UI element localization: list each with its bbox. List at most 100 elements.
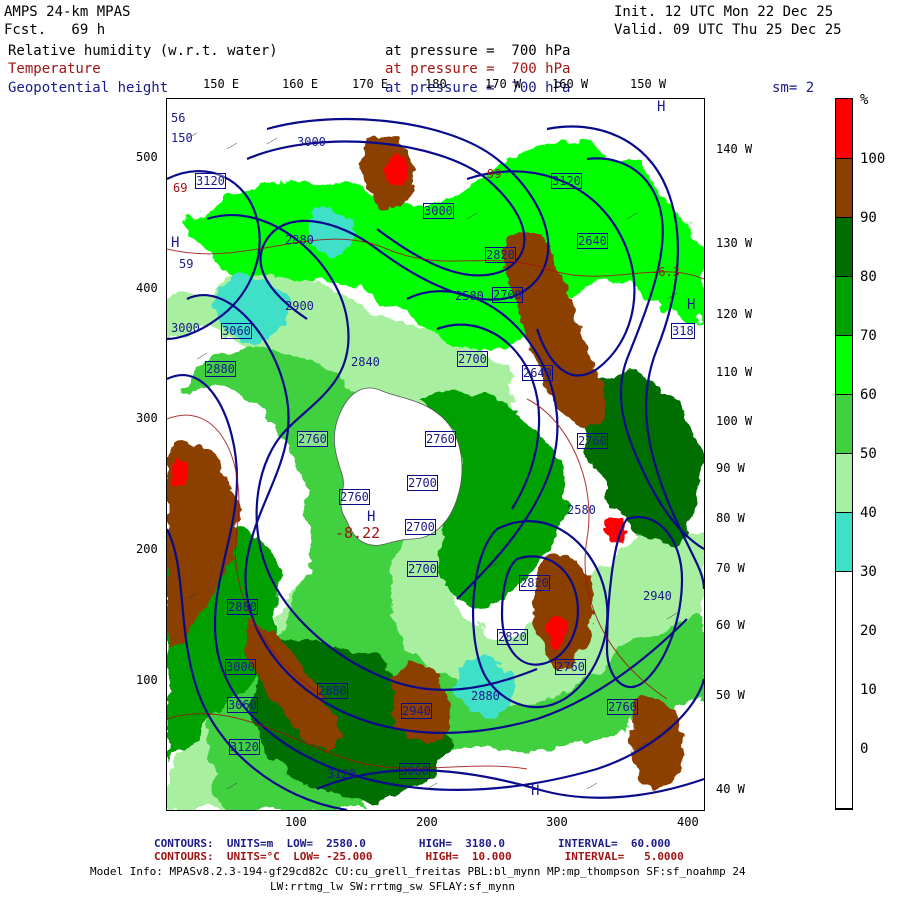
colorbar-label: 0: [860, 741, 869, 757]
colorbar-label: 30: [860, 564, 877, 580]
colorbar-label: 100: [860, 151, 886, 167]
height-label: 2760: [297, 431, 328, 447]
field-rh-level: at pressure = 700 hPa: [385, 43, 571, 59]
colorbar-label: 70: [860, 328, 877, 344]
footer-model-info: Model Info: MPASv8.2.3-194-gf29cd82c CU:…: [90, 865, 746, 878]
map-panel: 3120 3000 2880 2900 2820 2700 2640 2760 …: [166, 98, 705, 811]
high-center-label: H: [171, 235, 180, 251]
height-label: 3000: [423, 203, 454, 219]
height-label: 2700: [407, 561, 438, 577]
footer-temp-contours: CONTOURS: UNITS=°C LOW= -25.000 HIGH= 10…: [154, 850, 684, 863]
colorbar-unit: %: [860, 92, 869, 108]
colorbar-bin-90: [836, 159, 852, 218]
lon-top-label: 170 E: [352, 77, 389, 91]
x-tick-label: 100: [285, 815, 307, 829]
field-height-level: at pressure = 700 hPa: [385, 80, 571, 96]
temp-label: 59: [179, 257, 194, 271]
x-tick-label: 400: [677, 815, 699, 829]
colorbar-bin-40: [836, 454, 852, 513]
high-center-label: H: [531, 783, 540, 799]
colorbar-label: 50: [860, 446, 877, 462]
lon-right-label: 120 W: [716, 307, 753, 321]
height-label: 2880: [205, 361, 236, 377]
height-label: 3120: [551, 173, 582, 189]
height-label: 2640: [522, 365, 553, 381]
height-label: 2820: [519, 575, 550, 591]
colorbar-bin-100plus: [836, 99, 852, 159]
height-label: 3000: [297, 135, 326, 149]
misc-label: 318: [671, 323, 695, 339]
colorbar-label: 90: [860, 210, 877, 226]
y-tick-label: 500: [136, 150, 158, 164]
temp-label: 99: [487, 167, 502, 181]
temp-label: 69: [173, 181, 188, 195]
colorbar-bin-60: [836, 336, 852, 395]
lon-right-label: 50 W: [716, 688, 745, 702]
lon-right-label: 60 W: [716, 618, 745, 632]
colorbar: [835, 98, 853, 810]
lon-top-label: 180: [425, 77, 447, 91]
height-label: 2880: [317, 683, 348, 699]
lon-top-label: 160 E: [282, 77, 319, 91]
height-label: 2880: [471, 689, 500, 703]
product-title: AMPS 24-km MPAS: [4, 4, 131, 20]
temp-label: 56: [171, 111, 186, 125]
height-label: 2840: [351, 355, 380, 369]
lon-top-label: 150 W: [630, 77, 667, 91]
field-rh-name: Relative humidity (w.r.t. water): [8, 43, 278, 59]
lon-right-label: 130 W: [716, 236, 753, 250]
height-label: 3060: [227, 697, 258, 713]
y-tick-label: 100: [136, 673, 158, 687]
init-time: Init. 12 UTC Mon 22 Dec 25: [614, 4, 834, 20]
height-label: 2580: [567, 503, 596, 517]
temp-label: -8.22: [335, 524, 381, 542]
lon-right-label: 100 W: [716, 414, 753, 428]
height-label: 2700: [457, 351, 488, 367]
colorbar-label: 60: [860, 387, 877, 403]
height-label: 2900: [285, 299, 314, 313]
colorbar-label: 20: [860, 623, 877, 639]
height-label: 2820: [485, 247, 516, 263]
lon-right-label: 90 W: [716, 461, 745, 475]
height-label: 2820: [497, 629, 528, 645]
valid-time: Valid. 09 UTC Thu 25 Dec 25: [614, 22, 842, 38]
height-label: 2760: [339, 489, 370, 505]
height-label: 3000: [171, 321, 200, 335]
colorbar-label: 80: [860, 269, 877, 285]
lon-top-label: 170 W: [485, 77, 522, 91]
forecast-hour: Fcst. 69 h: [4, 22, 106, 38]
smoothing-label: sm= 2: [772, 80, 815, 96]
x-tick-label: 200: [416, 815, 438, 829]
height-label: 2700: [492, 287, 523, 303]
height-label: 2760: [607, 699, 638, 715]
colorbar-label: 10: [860, 682, 877, 698]
height-label: 3060: [221, 323, 252, 339]
temp-label: 150: [171, 131, 193, 145]
height-label: 3120: [229, 739, 260, 755]
height-label: 2760: [425, 431, 456, 447]
colorbar-bin-50: [836, 395, 852, 454]
colorbar-bin-80: [836, 218, 852, 277]
y-tick-label: 300: [136, 411, 158, 425]
height-label: 2940: [643, 589, 672, 603]
colorbar-bin-20: [836, 572, 852, 809]
height-label: 3120: [195, 173, 226, 189]
colorbar-bin-70: [836, 277, 852, 336]
lon-top-label: 150 E: [203, 77, 240, 91]
lon-right-label: 140 W: [716, 142, 753, 156]
height-label: 3120: [327, 767, 356, 781]
colorbar-label: 40: [860, 505, 877, 521]
height-label: 2580: [455, 289, 484, 303]
colorbar-bin-30: [836, 513, 852, 572]
height-label: 2760: [577, 433, 608, 449]
height-label: 2940: [401, 703, 432, 719]
height-label: 2640: [577, 233, 608, 249]
footer-model-info-2: LW:rrtmg_lw SW:rrtmg_sw SFLAY:sf_mynn: [270, 880, 516, 893]
height-label: 2880: [227, 599, 258, 615]
lon-right-label: 110 W: [716, 365, 753, 379]
lon-top-label: 160 W: [552, 77, 589, 91]
x-tick-label: 300: [546, 815, 568, 829]
height-label: 2880: [285, 233, 314, 247]
footer-height-contours: CONTOURS: UNITS=m LOW= 2580.0 HIGH= 3180…: [154, 837, 671, 850]
height-label: 3060: [399, 763, 430, 779]
